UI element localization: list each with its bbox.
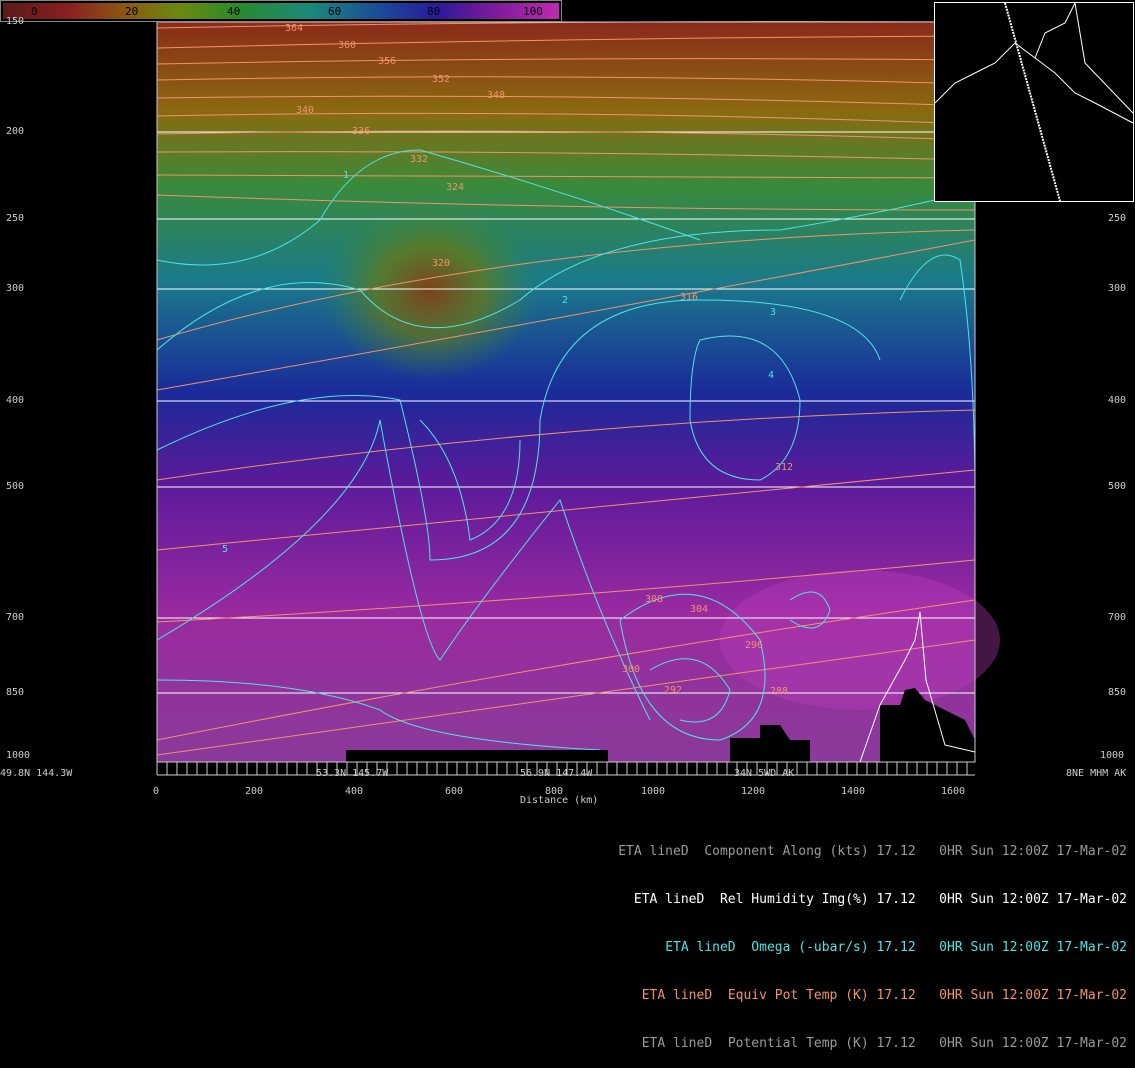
distance-tick: 200 [245,786,264,797]
legend-field: Omega (-ubar/s) [751,940,869,955]
theta-label: 288 [770,686,788,697]
distance-tick: 1200 [741,786,766,797]
theta-label: 316 [680,292,698,303]
field-legend: ETA lineD Component Along (kts) 17.12 0H… [587,828,1127,1068]
theta-label: 348 [487,90,505,101]
distance-tick: 1400 [841,786,866,797]
colorbar-tick: 80 [427,5,441,18]
legend-value: 17.12 [876,940,916,955]
theta-label: 296 [745,640,763,651]
location-minimap [934,2,1134,202]
legend-field: Rel Humidity Img(%) [719,892,869,907]
colorbar-tick: 60 [328,5,342,18]
terrain-3 [346,750,608,762]
theta-label: 300 [622,664,640,675]
y-level-label-right: 700 [1108,612,1127,623]
distance-tick: 400 [345,786,364,797]
theta-label: 320 [432,258,450,269]
omega-label: 1 [343,170,349,181]
transect-line [1004,2,1061,202]
distance-tick: 0 [153,786,160,797]
legend-row: ETA lineD Rel Humidity Img(%) 17.12 0HR … [587,876,1127,924]
y-level-label-right: 400 [1108,395,1127,406]
legend-model: ETA lineD [641,988,713,1003]
dry-tongue [320,200,540,380]
legend-row: ETA lineD Potential Temp (K) 17.12 0HR S… [587,1020,1127,1068]
legend-value: 17.12 [876,988,916,1003]
waypoint-label: 8NE MHM AK [1066,768,1127,779]
theta-label: 304 [690,604,708,615]
legend-time: 0HR Sun 12:00Z 17-Mar-02 [939,892,1127,907]
y-level-label: 200 [6,126,25,137]
colorbar-tick: 100 [523,5,543,18]
legend-time: 0HR Sun 12:00Z 17-Mar-02 [939,1036,1127,1051]
x-axis-title: Distance (km) [520,795,599,806]
colorbar-tick: 0 [31,5,38,18]
colorbar-tick: 40 [227,5,241,18]
legend-model: ETA lineD [641,1036,713,1051]
legend-field: Potential Temp (K) [727,1036,869,1051]
distance-tick: 1000 [641,786,666,797]
omega-label: 5 [222,544,228,555]
theta-label: 308 [645,594,663,605]
theta-label: 340 [296,105,314,116]
legend-value: 17.12 [876,892,916,907]
legend-time: 0HR Sun 12:00Z 17-Mar-02 [939,988,1127,1003]
omega-label: 3 [770,307,776,318]
coastline [1034,57,1134,124]
waypoint-label: 53.3N 145.7W [316,768,389,779]
border-line [1074,2,1134,114]
theta-label: 336 [352,126,370,137]
y-level-label-right: 250 [1108,213,1127,224]
legend-row: ETA lineD Equiv Pot Temp (K) 17.12 0HR S… [587,972,1127,1020]
humidity-colorbar: 0 20 40 60 80 100 [0,0,562,22]
minimap-svg [934,2,1134,202]
y-level-label: 150 [6,16,25,27]
coastline [934,2,1076,104]
waypoint-label: 34N 5WD AK [734,768,795,779]
legend-time: 0HR Sun 12:00Z 17-Mar-02 [939,844,1127,859]
colorbar-tick: 20 [125,5,139,18]
legend-model: ETA lineD [633,892,705,907]
theta-label: 352 [432,74,450,85]
theta-label: 312 [775,462,793,473]
colorbar-gradient [3,3,559,19]
legend-field: Equiv Pot Temp (K) [727,988,869,1003]
y-level-label: 400 [6,395,25,406]
waypoint-label: 49.8N 144.3W [0,768,73,779]
legend-field: Component Along (kts) [704,844,869,859]
y-level-label: 700 [6,612,25,623]
omega-label: 4 [768,370,774,381]
theta-label: 360 [338,40,356,51]
distance-tick: 1600 [941,786,966,797]
legend-time: 0HR Sun 12:00Z 17-Mar-02 [939,940,1127,955]
y-level-label-right: 500 [1108,481,1127,492]
theta-label: 364 [285,23,303,34]
legend-value: 17.12 [876,1036,916,1051]
y-level-label: 250 [6,213,25,224]
legend-model: ETA lineD [618,844,689,859]
legend-value: 17.12 [876,844,916,859]
theta-label: 356 [378,56,396,67]
y-level-label-right: 1000 [1100,750,1125,761]
waypoint-label: 56.9N 147.4W [520,768,593,779]
distance-tick: 600 [445,786,464,797]
legend-row: ETA lineD Omega (-ubar/s) 17.12 0HR Sun … [587,924,1127,972]
y-level-label-right: 850 [1108,687,1127,698]
theta-label: 332 [410,154,428,165]
y-level-label: 850 [6,687,25,698]
y-level-label: 1000 [6,750,31,761]
legend-model: ETA lineD [665,940,736,955]
theta-label: 292 [664,685,682,696]
omega-label: 2 [562,295,568,306]
legend-row: ETA lineD Component Along (kts) 17.12 0H… [587,828,1127,876]
y-level-label-right: 300 [1108,283,1127,294]
y-level-label: 300 [6,283,25,294]
theta-label: 324 [446,182,464,193]
y-level-label: 500 [6,481,25,492]
